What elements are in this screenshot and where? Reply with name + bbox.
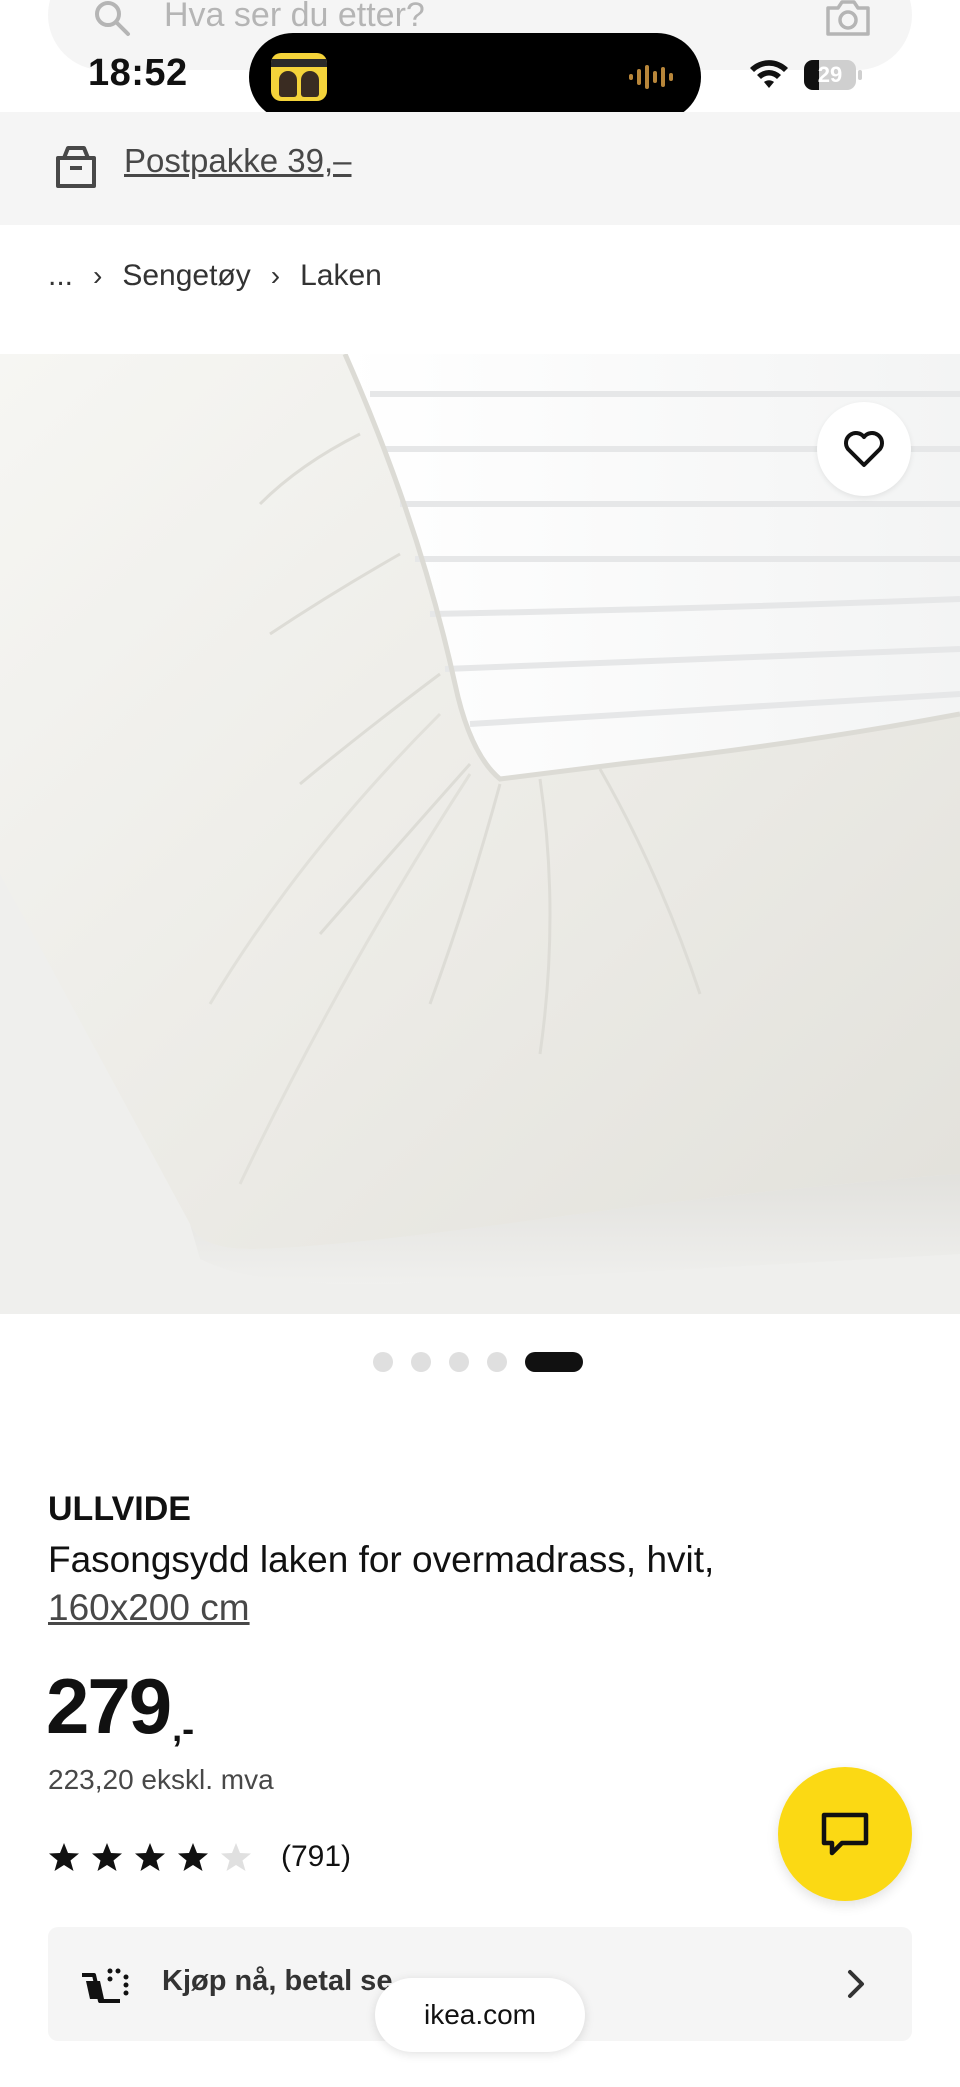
- delivery-box-icon: [56, 146, 96, 188]
- wifi-icon: [750, 60, 788, 88]
- product-rating[interactable]: (791): [48, 1840, 351, 1874]
- star-filled-icon: [92, 1843, 122, 1871]
- chevron-right-icon: [848, 1970, 864, 1998]
- product-brand: ULLVIDE: [48, 1490, 191, 1528]
- pay-later-label: Kjøp nå, betal se...: [162, 1965, 417, 1997]
- carousel-dot[interactable]: [449, 1352, 469, 1372]
- breadcrumb-item-more[interactable]: ...: [48, 259, 73, 293]
- breadcrumb-item-laken[interactable]: Laken: [300, 259, 382, 293]
- search-placeholder: Hva ser du etter?: [164, 0, 425, 34]
- browser-url: ikea.com: [423, 1999, 537, 2030]
- top-bar: Hva ser du etter? 18:52 29: [0, 0, 960, 121]
- chevron-right-icon: ›: [93, 260, 103, 291]
- carousel-dot[interactable]: [411, 1352, 431, 1372]
- price-ex-vat: 223,20 ekskl. mva: [48, 1764, 274, 1795]
- price-suffix: ,-: [172, 1708, 195, 1749]
- fitted-sheet-photo: [0, 354, 960, 1314]
- cart-icon: [82, 1968, 129, 2003]
- price-amount: 279: [46, 1662, 172, 1750]
- heart-icon: [844, 431, 884, 467]
- image-carousel-indicator: [373, 1352, 583, 1372]
- star-filled-icon: [178, 1843, 208, 1871]
- battery-indicator: 29: [804, 60, 864, 90]
- audio-waveform-icon: [629, 65, 673, 89]
- battery-percent: 29: [817, 62, 843, 87]
- carousel-dot[interactable]: [373, 1352, 393, 1372]
- chat-button[interactable]: [778, 1767, 912, 1901]
- product-size-link[interactable]: 160x200 cm: [48, 1584, 250, 1632]
- browser-url-pill[interactable]: ikea.com: [375, 1978, 585, 2052]
- star-filled-icon: [49, 1843, 79, 1871]
- delivery-link[interactable]: Postpakke 39,–: [124, 142, 352, 180]
- favorite-button[interactable]: [817, 402, 911, 496]
- breadcrumb: ... › Sengetøy › Laken: [48, 256, 382, 296]
- review-count[interactable]: (791): [281, 1840, 351, 1874]
- carousel-dot[interactable]: [487, 1352, 507, 1372]
- product-price: 279 ,-: [46, 1664, 194, 1750]
- product-image[interactable]: [0, 354, 960, 1314]
- star-empty-icon: [221, 1843, 251, 1871]
- chat-icon: [821, 1812, 869, 1856]
- star-filled-icon: [135, 1843, 165, 1871]
- delivery-banner: Postpakke 39,–: [0, 112, 960, 225]
- now-playing-artwork: [271, 53, 327, 101]
- breadcrumb-item-sengetoy[interactable]: Sengetøy: [122, 259, 250, 293]
- product-description: Fasongsydd laken for overmadrass, hvit,: [48, 1539, 715, 1580]
- dynamic-island: [249, 33, 701, 121]
- carousel-dot-active[interactable]: [525, 1352, 583, 1372]
- chevron-right-icon: ›: [270, 260, 281, 291]
- status-time: 18:52: [88, 52, 188, 94]
- camera-icon[interactable]: [824, 0, 872, 38]
- search-icon: [95, 1, 130, 36]
